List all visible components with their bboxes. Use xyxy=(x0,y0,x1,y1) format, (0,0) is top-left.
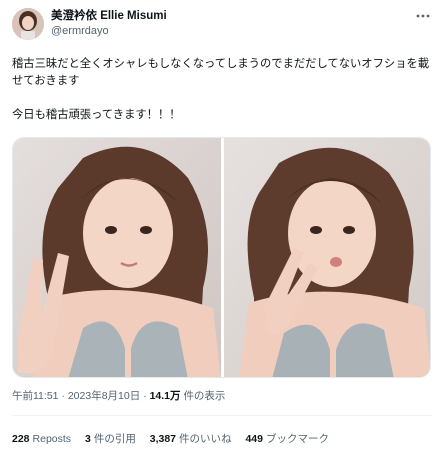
avatar-image xyxy=(12,8,44,40)
reposts-stat[interactable]: 228 Reposts xyxy=(12,433,71,445)
meta-separator: · xyxy=(61,390,65,402)
bookmarks-stat[interactable]: 449 ブックマーク xyxy=(245,433,329,445)
display-name[interactable]: 美澄衿依 Ellie Misumi xyxy=(51,9,167,24)
avatar[interactable] xyxy=(12,8,44,40)
likes-stat[interactable]: 3,387 件のいいね xyxy=(150,433,232,445)
bookmarks-label: ブックマーク xyxy=(265,433,329,445)
views-label: 件の表示 xyxy=(183,390,226,402)
engagement-stats: 228 Reposts 3 件の引用 3,387 件のいいね 449 ブックマーク xyxy=(12,432,340,446)
views-count[interactable]: 14.1万 xyxy=(150,390,181,402)
meta-separator: · xyxy=(143,390,147,402)
tweet-header: 美澄衿依 Ellie Misumi @ermrdayo xyxy=(12,8,432,42)
tweet-text: 稽古三昧だと全くオシャレもしなくなってしまうのでまだだしてないオフショを載せてお… xyxy=(12,58,430,121)
photo-1-image xyxy=(13,138,221,377)
quotes-count: 3 xyxy=(84,433,91,445)
quotes-label: 件の引用 xyxy=(93,433,136,445)
quotes-stat[interactable]: 3 件の引用 xyxy=(85,433,136,445)
media-grid xyxy=(12,137,431,378)
name-block: 美澄衿依 Ellie Misumi @ermrdayo xyxy=(51,9,167,38)
tweet-meta: 午前11:51 · 2023年8月10日 · 14.1万 件の表示 xyxy=(12,389,225,403)
more-icon[interactable] xyxy=(414,10,432,24)
tweet-date[interactable]: 2023年8月10日 xyxy=(68,390,140,402)
tweet-card: 美澄衿依 Ellie Misumi @ermrdayo 稽古三昧だと全くオシャレ… xyxy=(0,0,443,449)
more-horizontal-icon xyxy=(416,14,430,18)
likes-count: 3,387 xyxy=(149,433,177,445)
photo-1[interactable] xyxy=(13,138,221,377)
tweet-time[interactable]: 午前11:51 xyxy=(12,390,59,402)
reposts-count: 228 xyxy=(12,433,30,445)
user-handle[interactable]: @ermrdayo xyxy=(51,24,167,38)
reposts-label: Reposts xyxy=(32,433,72,445)
photo-2-image xyxy=(224,138,430,377)
divider xyxy=(12,415,432,416)
bookmarks-count: 449 xyxy=(245,433,263,445)
likes-label: 件のいいね xyxy=(179,433,232,445)
photo-2[interactable] xyxy=(224,138,430,377)
